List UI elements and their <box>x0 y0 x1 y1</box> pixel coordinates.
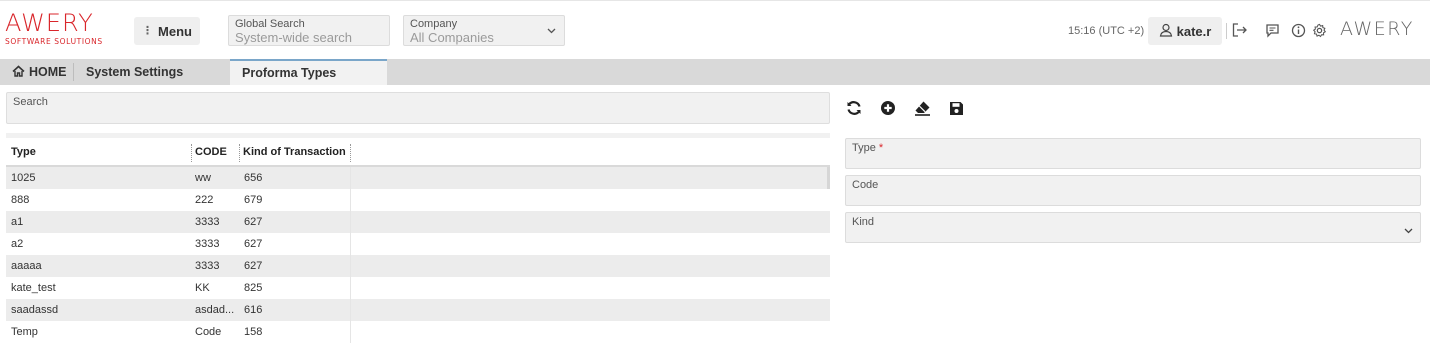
column-divider[interactable] <box>239 144 240 162</box>
awery-logo[interactable]: AWERY SOFTWARE SOLUTIONS <box>5 10 115 50</box>
table-row[interactable]: saadassd asdad... 616 <box>6 299 830 321</box>
cell-code: asdad... <box>195 304 235 316</box>
company-select[interactable]: Company All Companies <box>403 15 565 46</box>
kind-label: Kind <box>852 216 875 228</box>
row-divider <box>350 321 351 343</box>
cell-code: 3333 <box>195 216 220 228</box>
cell-kind: 679 <box>244 194 263 206</box>
tab-system-settings[interactable]: System Settings <box>74 59 230 85</box>
header-separator <box>1226 23 1227 39</box>
chevron-down-icon <box>547 26 556 37</box>
table-row[interactable]: 888 222 679 <box>6 189 830 211</box>
code-field[interactable]: Code <box>845 175 1421 206</box>
cell-code: KK <box>195 282 210 294</box>
row-divider <box>350 299 351 321</box>
cell-code: ww <box>195 172 211 184</box>
tab-home-label: HOME <box>29 65 67 79</box>
cell-code: 3333 <box>195 260 220 272</box>
menu-dots-icon: ⋮ <box>142 25 154 37</box>
cell-kind: 825 <box>244 282 263 294</box>
row-divider <box>350 211 351 233</box>
column-divider[interactable] <box>350 144 351 162</box>
cell-type: aaaaa <box>11 260 42 272</box>
refresh-icon[interactable] <box>845 99 863 117</box>
tab-system-settings-label: System Settings <box>86 65 184 79</box>
logout-icon[interactable] <box>1231 21 1249 39</box>
global-search-placeholder: System-wide search <box>235 30 353 45</box>
table-row[interactable]: Temp Code 158 <box>6 321 830 343</box>
cell-kind: 656 <box>244 172 263 184</box>
cell-type: 888 <box>11 194 30 206</box>
global-search-input[interactable]: Global Search System-wide search <box>228 15 390 46</box>
row-divider <box>350 189 351 211</box>
cell-code: 222 <box>195 194 214 206</box>
type-label: Type <box>852 142 876 154</box>
table-header: Type CODE Kind of Transaction <box>6 138 830 167</box>
kind-select[interactable]: Kind <box>845 212 1421 243</box>
save-icon[interactable] <box>947 99 965 117</box>
table-row[interactable]: kate_test KK 825 <box>6 277 830 299</box>
logo-word: AWERY <box>5 9 94 37</box>
row-divider <box>350 277 351 299</box>
table-row[interactable]: aaaaa 3333 627 <box>6 255 830 277</box>
table-row[interactable]: a2 3333 627 <box>6 233 830 255</box>
home-icon <box>12 64 25 80</box>
search-input[interactable]: Search <box>6 92 830 124</box>
logo-subtitle: SOFTWARE SOLUTIONS <box>5 37 103 46</box>
proforma-types-table: Type CODE Kind of Transaction 1025 ww 65… <box>6 133 830 343</box>
tab-proforma-types-label: Proforma Types <box>242 66 337 80</box>
cell-type: kate_test <box>11 282 56 294</box>
eraser-icon[interactable] <box>913 99 931 117</box>
row-divider <box>350 255 351 277</box>
cell-code: 3333 <box>195 238 220 250</box>
cell-type: a1 <box>11 216 24 228</box>
table-row[interactable]: 1025 ww 656 <box>6 167 830 189</box>
cell-kind: 616 <box>244 304 263 316</box>
menu-button[interactable]: ⋮ Menu <box>134 17 200 45</box>
table-row[interactable]: a1 3333 627 <box>6 211 830 233</box>
company-label: Company <box>410 18 458 30</box>
cell-kind: 627 <box>244 238 263 250</box>
type-field[interactable]: Type * <box>845 138 1421 169</box>
required-mark: * <box>878 142 884 154</box>
row-divider <box>350 167 351 189</box>
column-divider[interactable] <box>191 144 192 162</box>
gear-icon[interactable] <box>1310 21 1328 39</box>
cell-type: Temp <box>11 326 38 338</box>
row-divider <box>350 233 351 255</box>
cell-code: Code <box>195 326 222 338</box>
cell-type: saadassd <box>11 304 59 316</box>
username: kate.r <box>1176 23 1212 39</box>
cell-kind: 627 <box>244 216 263 228</box>
clock-time: 15:16 (UTC +2) <box>1068 25 1145 37</box>
chevron-down-icon <box>1404 226 1413 237</box>
column-header-code[interactable]: CODE <box>195 146 241 158</box>
cell-type: 1025 <box>11 172 36 184</box>
cell-kind: 158 <box>244 326 263 338</box>
code-label: Code <box>852 179 879 191</box>
tab-bar: HOME System Settings Proforma Types <box>0 59 1430 85</box>
column-header-kind[interactable]: Kind of Transaction <box>243 146 353 158</box>
global-search-label: Global Search <box>235 18 305 30</box>
form-toolbar <box>845 98 965 118</box>
brand-wordmark: AWERY <box>1340 18 1414 40</box>
user-menu-button[interactable]: kate.r <box>1148 17 1222 45</box>
menu-label: Menu <box>158 23 192 39</box>
company-value: All Companies <box>410 30 494 45</box>
search-label: Search <box>13 96 48 108</box>
tab-proforma-types[interactable]: Proforma Types <box>230 59 387 85</box>
cell-kind: 627 <box>244 260 263 272</box>
row-edge <box>827 167 830 189</box>
info-icon[interactable] <box>1289 21 1307 39</box>
column-header-type[interactable]: Type <box>11 146 191 158</box>
cell-type: a2 <box>11 238 24 250</box>
user-icon <box>1159 23 1173 40</box>
tab-home[interactable]: HOME <box>0 59 74 85</box>
app-header: AWERY SOFTWARE SOLUTIONS ⋮ Menu Global S… <box>0 0 1430 58</box>
chat-icon[interactable] <box>1263 21 1281 39</box>
add-icon[interactable] <box>879 99 897 117</box>
